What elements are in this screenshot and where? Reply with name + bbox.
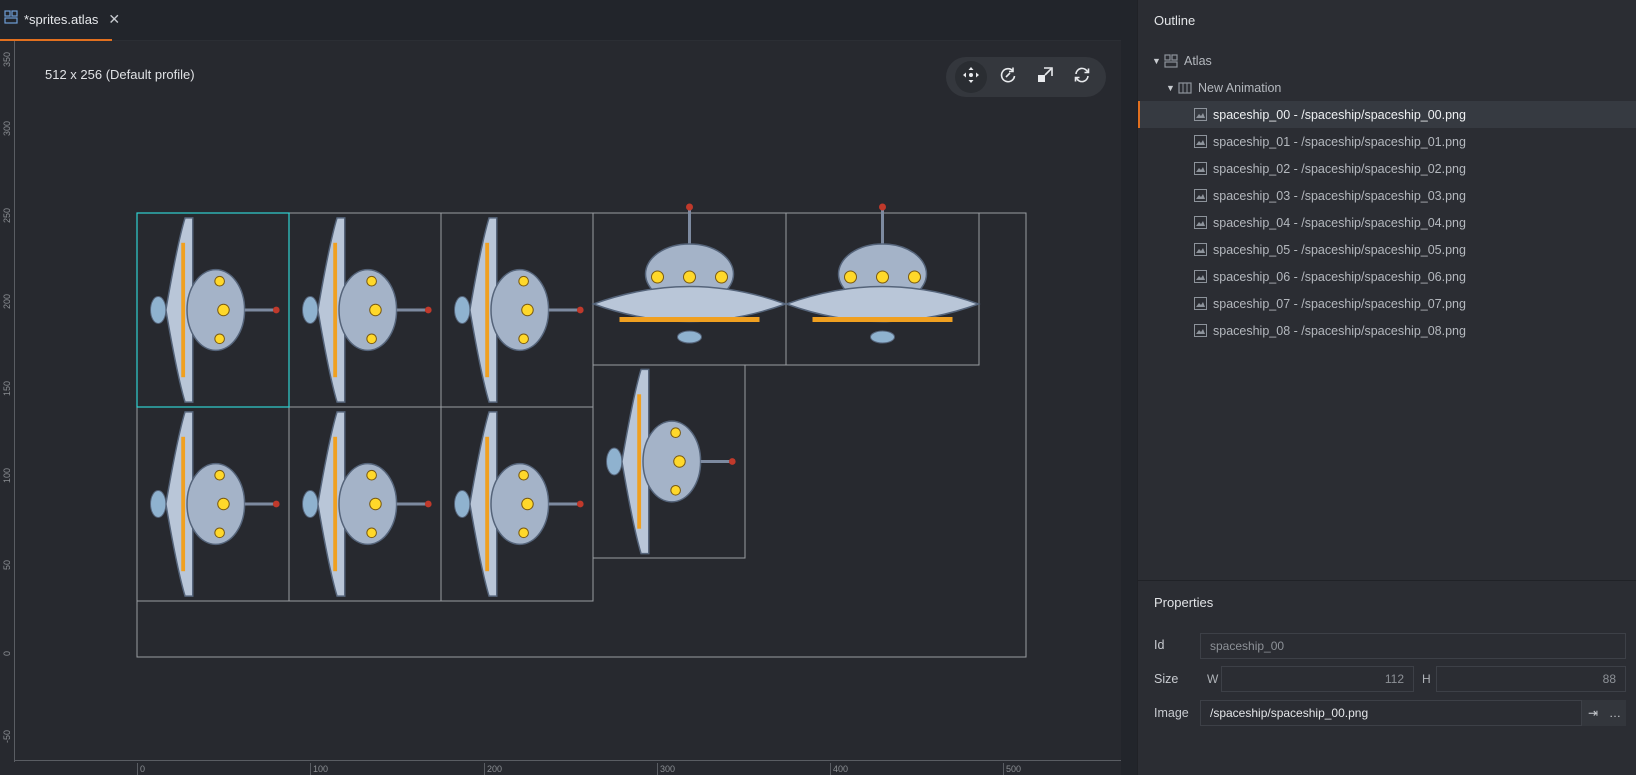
atlas-file-icon	[4, 10, 18, 29]
atlas-editor: *sprites.atlas ✕ 350 300 250 200 150 100 50 0 -5…	[0, 0, 1636, 775]
ruler-tick-label: 500	[1003, 763, 1021, 775]
transform-toolbar	[946, 57, 1106, 97]
outline-image-item[interactable]: spaceship_05 - /spaceship/spaceship_05.p…	[1138, 236, 1636, 263]
id-field[interactable]: spaceship_00	[1200, 633, 1626, 659]
sprite-cell[interactable]	[784, 203, 981, 366]
tab-sprites-atlas[interactable]: *sprites.atlas ✕	[0, 0, 120, 41]
sprite-cell[interactable]	[136, 406, 290, 602]
width-field[interactable]: 112	[1221, 666, 1414, 692]
right-panel: Outline ▼ Atlas ▼ New Animation spaceshi…	[1137, 0, 1636, 775]
goto-image-button[interactable]: ⇥	[1582, 700, 1604, 726]
sprite-cell[interactable]	[592, 364, 746, 559]
move-tool-button[interactable]	[954, 61, 987, 93]
image-icon	[1194, 270, 1207, 283]
outline-title: Outline	[1154, 13, 1196, 28]
scale-icon	[1036, 66, 1054, 89]
image-icon	[1194, 324, 1207, 337]
image-label: Image	[1154, 706, 1189, 720]
tab-bar: *sprites.atlas ✕	[0, 0, 1121, 41]
outline-tree: ▼ Atlas ▼ New Animation spaceship_00 - /…	[1138, 47, 1636, 344]
outline-image-item[interactable]: spaceship_01 - /spaceship/spaceship_01.p…	[1138, 128, 1636, 155]
panel-divider	[1138, 580, 1636, 581]
image-icon	[1194, 108, 1207, 121]
atlas-icon	[1164, 53, 1178, 68]
outline-image-item[interactable]: spaceship_00 - /spaceship/spaceship_00.p…	[1138, 101, 1636, 128]
sprite-cell[interactable]	[288, 212, 442, 408]
image-icon	[1194, 162, 1207, 175]
outline-image-item[interactable]: spaceship_06 - /spaceship/spaceship_06.p…	[1138, 263, 1636, 290]
sprite-cell[interactable]	[591, 203, 788, 366]
ruler-tick-label: 400	[830, 763, 848, 775]
outline-image-item[interactable]: spaceship_02 - /spaceship/spaceship_02.p…	[1138, 155, 1636, 182]
outline-image-label: spaceship_01 - /spaceship/spaceship_01.p…	[1213, 134, 1466, 149]
sprite-cell[interactable]	[136, 212, 290, 408]
outline-image-label: spaceship_05 - /spaceship/spaceship_05.p…	[1213, 242, 1466, 257]
scene-view[interactable]: 350 300 250 200 150 100 50 0 -50 0 100 200 300 400 50…	[0, 41, 1121, 775]
ruler-tick-label: 50	[2, 559, 12, 570]
size-label: Size	[1154, 672, 1179, 686]
ruler-tick-label: 300	[657, 763, 675, 775]
ruler-tick-label: 350	[2, 51, 12, 67]
close-icon[interactable]: ✕	[108, 11, 120, 28]
animation-icon	[1178, 81, 1192, 95]
profile-label: 512 x 256 (Default profile)	[45, 67, 195, 82]
image-field[interactable]: /spaceship/spaceship_00.png	[1200, 700, 1582, 726]
width-label: W	[1207, 672, 1219, 686]
cycle-tool-button[interactable]	[1066, 61, 1098, 93]
ruler-tick-label: 300	[2, 120, 12, 136]
height-field[interactable]: 88	[1436, 666, 1626, 692]
sprite-cell[interactable]	[440, 212, 594, 408]
sprite-cell[interactable]	[288, 406, 442, 602]
expand-arrow-icon[interactable]: ▼	[1152, 56, 1164, 66]
outline-image-label: spaceship_02 - /spaceship/spaceship_02.p…	[1213, 161, 1466, 176]
outline-image-item[interactable]: spaceship_04 - /spaceship/spaceship_04.p…	[1138, 209, 1636, 236]
rotate-tool-button[interactable]	[992, 61, 1024, 93]
scale-tool-button[interactable]	[1029, 61, 1061, 93]
properties-title: Properties	[1154, 595, 1214, 610]
id-label: Id	[1154, 638, 1165, 652]
ruler-tick-label: 150	[2, 380, 12, 396]
ruler-tick-label: 0	[2, 650, 12, 656]
image-icon	[1194, 135, 1207, 148]
outline-atlas-node[interactable]: ▼ Atlas	[1138, 47, 1636, 74]
atlas-canvas[interactable]	[0, 41, 1121, 775]
outline-image-label: spaceship_06 - /spaceship/spaceship_06.p…	[1213, 269, 1466, 284]
image-icon	[1194, 189, 1207, 202]
outline-animation-label: New Animation	[1198, 80, 1282, 95]
ruler-tick-label: 100	[2, 467, 12, 483]
outline-image-label: spaceship_07 - /spaceship/spaceship_07.p…	[1213, 296, 1466, 311]
ruler-tick-label: 200	[484, 763, 502, 775]
image-icon	[1194, 243, 1207, 256]
image-icon	[1194, 216, 1207, 229]
outline-image-label: spaceship_03 - /spaceship/spaceship_03.p…	[1213, 188, 1466, 203]
outline-atlas-label: Atlas	[1184, 53, 1212, 68]
browse-image-button[interactable]: …	[1604, 700, 1626, 726]
vertical-ruler: 350 300 250 200 150 100 50 0 -50	[0, 41, 15, 762]
tab-label: *sprites.atlas	[24, 12, 99, 27]
horizontal-ruler: 0 100 200 300 400 500	[15, 760, 1121, 775]
expand-arrow-icon[interactable]: ▼	[1166, 83, 1178, 93]
ruler-tick-label: 0	[137, 763, 145, 775]
ruler-tick-label: -50	[2, 729, 12, 743]
ruler-tick-label: 250	[2, 207, 12, 223]
height-label: H	[1422, 672, 1431, 686]
outline-image-label: spaceship_04 - /spaceship/spaceship_04.p…	[1213, 215, 1466, 230]
outline-image-label: spaceship_08 - /spaceship/spaceship_08.p…	[1213, 323, 1466, 338]
outline-image-item[interactable]: spaceship_03 - /spaceship/spaceship_03.p…	[1138, 182, 1636, 209]
outline-animation-node[interactable]: ▼ New Animation	[1138, 74, 1636, 101]
ruler-tick-label: 100	[310, 763, 328, 775]
outline-image-item[interactable]: spaceship_08 - /spaceship/spaceship_08.p…	[1138, 317, 1636, 344]
ruler-tick-label: 200	[2, 293, 12, 309]
outline-image-item[interactable]: spaceship_07 - /spaceship/spaceship_07.p…	[1138, 290, 1636, 317]
outline-image-label: spaceship_00 - /spaceship/spaceship_00.p…	[1213, 107, 1466, 122]
rotate-icon	[999, 66, 1017, 89]
cycle-icon	[1073, 66, 1091, 89]
sprite-cell[interactable]	[440, 406, 594, 602]
image-icon	[1194, 297, 1207, 310]
move-icon	[962, 66, 980, 89]
